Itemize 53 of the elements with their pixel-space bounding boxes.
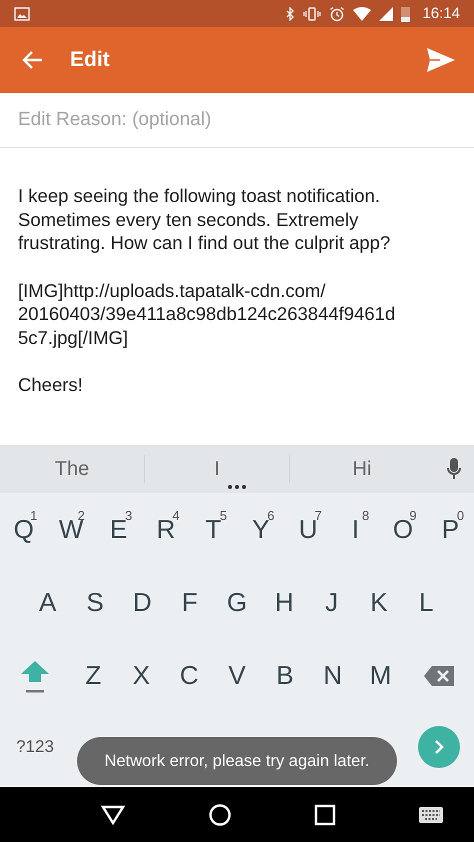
- more-icon: [228, 485, 246, 489]
- recents-button[interactable]: [314, 804, 336, 826]
- keyboard-key[interactable]: B: [260, 646, 309, 706]
- chevron-right-icon: [433, 739, 445, 755]
- suggestion-chip[interactable]: The: [0, 445, 144, 493]
- keyboard-key[interactable]: V: [213, 646, 261, 706]
- keyboard-key[interactable]: C: [165, 646, 214, 706]
- key-hint: 7: [314, 508, 322, 522]
- back-arrow-icon: [22, 50, 44, 70]
- keyboard-key[interactable]: A: [24, 572, 72, 632]
- key-hint: 3: [124, 508, 132, 522]
- keyboard-key[interactable]: H: [260, 572, 308, 632]
- toast-message: Network error, please try again later.: [77, 737, 397, 785]
- suggestion-chip[interactable]: I: [145, 445, 289, 493]
- send-icon: [426, 47, 456, 73]
- bluetooth-icon: [285, 6, 296, 20]
- keyboard-key[interactable]: K: [355, 572, 403, 632]
- keyboard-key[interactable]: L: [402, 572, 450, 632]
- status-time: 16:14: [422, 5, 460, 22]
- signal-icon: [379, 6, 394, 20]
- message-paragraph: [IMG]http://uploads.tapatalk-cdn.com/ 20160403/39e411a8c98db124c263844f9461d 5c7.jpg[/IMG]: [18, 278, 396, 349]
- keyboard-key[interactable]: M: [356, 646, 405, 706]
- key-hint: 9: [409, 508, 417, 522]
- keyboard-key[interactable]: X: [117, 646, 166, 706]
- keyboard-key[interactable]: S: [71, 572, 119, 632]
- keyboard-key[interactable]: D: [118, 572, 166, 632]
- symbols-key[interactable]: ?123: [10, 717, 60, 777]
- screen-title: Edit: [70, 48, 110, 72]
- keyboard-icon[interactable]: [418, 806, 443, 822]
- battery-icon: [401, 6, 410, 22]
- back-nav-button[interactable]: [101, 804, 126, 824]
- alarm-icon: [329, 6, 346, 22]
- home-button[interactable]: [208, 802, 232, 826]
- key-hint: 1: [30, 508, 38, 522]
- keyboard-key[interactable]: G: [213, 572, 261, 632]
- keyboard-key[interactable]: J: [308, 572, 356, 632]
- key-hint: 6: [267, 508, 274, 522]
- message-paragraph: Cheers!: [18, 373, 84, 396]
- keyboard-key[interactable]: Z: [69, 646, 118, 706]
- backspace-icon: [424, 666, 454, 686]
- key-hint: 0: [456, 508, 464, 522]
- image-icon: [14, 6, 30, 20]
- message-paragraph: I keep seeing the following toast notification. Sometimes every ten seconds. Extremely frustrating. How can I find out the culprit app?: [18, 184, 392, 254]
- keyboard-key[interactable]: N: [308, 646, 357, 706]
- vibrate-icon: [303, 6, 322, 20]
- suggestion-chip[interactable]: Hi: [290, 445, 434, 493]
- shift-icon: [20, 658, 50, 692]
- key-hint: 5: [220, 508, 228, 522]
- wifi-icon: [353, 6, 372, 20]
- key-hint: 4: [172, 508, 180, 522]
- key-hint: 8: [362, 508, 370, 522]
- keyboard-key[interactable]: F: [166, 572, 214, 632]
- microphone-icon: [447, 457, 461, 481]
